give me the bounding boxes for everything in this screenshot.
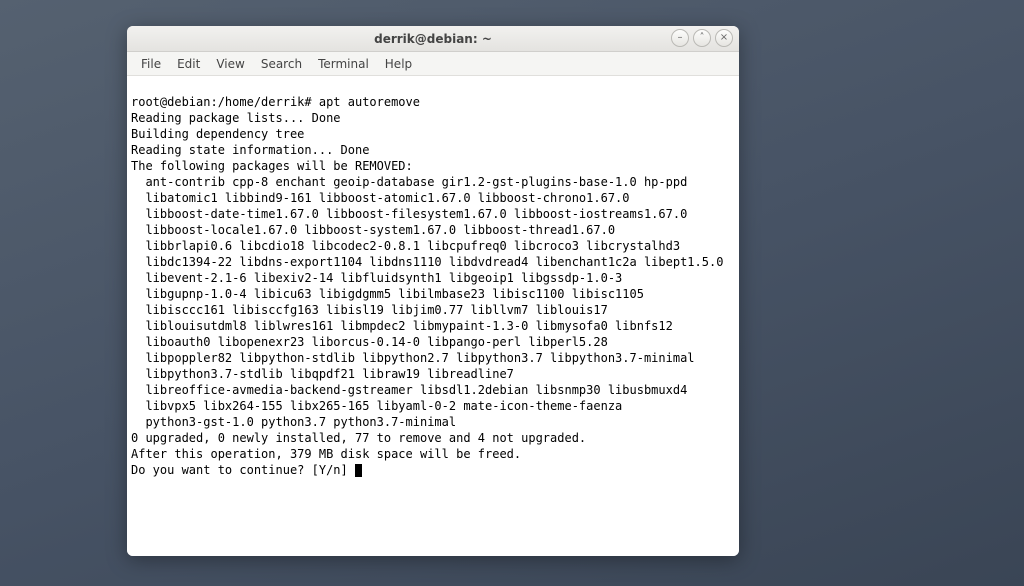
menu-view[interactable]: View bbox=[208, 54, 252, 74]
menu-edit[interactable]: Edit bbox=[169, 54, 208, 74]
maximize-button[interactable]: ˄ bbox=[693, 29, 711, 47]
menu-terminal[interactable]: Terminal bbox=[310, 54, 377, 74]
terminal-line: libbrlapi0.6 libcdio18 libcodec2-0.8.1 l… bbox=[131, 239, 680, 253]
terminal-line: The following packages will be REMOVED: bbox=[131, 159, 413, 173]
menu-help[interactable]: Help bbox=[377, 54, 420, 74]
terminal-line: 0 upgraded, 0 newly installed, 77 to rem… bbox=[131, 431, 586, 445]
terminal-line: Building dependency tree bbox=[131, 127, 304, 141]
terminal-line: libvpx5 libx264-155 libx265-165 libyaml-… bbox=[131, 399, 622, 413]
terminal-line: libpython3.7-stdlib libqpdf21 libraw19 l… bbox=[131, 367, 514, 381]
menu-search[interactable]: Search bbox=[253, 54, 310, 74]
terminal-line: Do you want to continue? [Y/n] bbox=[131, 463, 355, 477]
terminal-line: libboost-date-time1.67.0 libboost-filesy… bbox=[131, 207, 687, 221]
terminal-line: root@debian:/home/derrik# apt autoremove bbox=[131, 95, 420, 109]
terminal-line: libatomic1 libbind9-161 libboost-atomic1… bbox=[131, 191, 630, 205]
terminal-line: libgupnp-1.0-4 libicu63 libigdgmm5 libil… bbox=[131, 287, 644, 301]
terminal-line: libdc1394-22 libdns-export1104 libdns111… bbox=[131, 255, 723, 269]
terminal-line: Reading state information... Done bbox=[131, 143, 369, 157]
terminal-line: libpoppler82 libpython-stdlib libpython2… bbox=[131, 351, 695, 365]
terminal-line: libreoffice-avmedia-backend-gstreamer li… bbox=[131, 383, 687, 397]
terminal-line: libevent-2.1-6 libexiv2-14 libfluidsynth… bbox=[131, 271, 622, 285]
terminal-line: Reading package lists... Done bbox=[131, 111, 341, 125]
window-controls: – ˄ × bbox=[671, 29, 733, 47]
window-titlebar[interactable]: derrik@debian: ~ – ˄ × bbox=[127, 26, 739, 52]
terminal-line: liboauth0 libopenexr23 liborcus-0.14-0 l… bbox=[131, 335, 608, 349]
minimize-button[interactable]: – bbox=[671, 29, 689, 47]
close-button[interactable]: × bbox=[715, 29, 733, 47]
terminal-line: After this operation, 379 MB disk space … bbox=[131, 447, 521, 461]
window-title: derrik@debian: ~ bbox=[127, 32, 739, 46]
menubar: File Edit View Search Terminal Help bbox=[127, 52, 739, 76]
terminal-output[interactable]: root@debian:/home/derrik# apt autoremove… bbox=[127, 76, 739, 556]
terminal-window: derrik@debian: ~ – ˄ × File Edit View Se… bbox=[127, 26, 739, 556]
terminal-line: libisccc161 libisccfg163 libisl19 libjim… bbox=[131, 303, 608, 317]
terminal-line: python3-gst-1.0 python3.7 python3.7-mini… bbox=[131, 415, 456, 429]
terminal-line: ant-contrib cpp-8 enchant geoip-database… bbox=[131, 175, 687, 189]
terminal-cursor bbox=[355, 464, 362, 477]
menu-file[interactable]: File bbox=[133, 54, 169, 74]
terminal-line: liblouisutdml8 liblwres161 libmpdec2 lib… bbox=[131, 319, 673, 333]
terminal-line: libboost-locale1.67.0 libboost-system1.6… bbox=[131, 223, 615, 237]
